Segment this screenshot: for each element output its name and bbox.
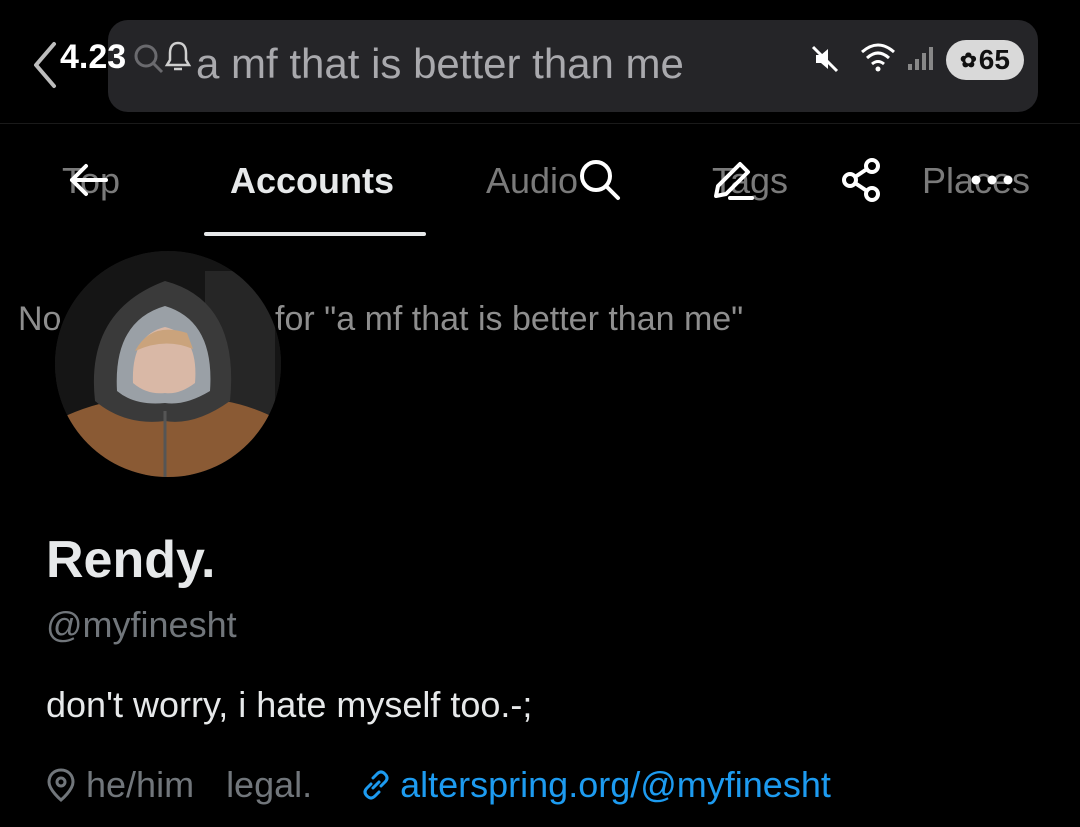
tab-audio[interactable]: Audio [486, 160, 578, 202]
cellular-signal-icon [908, 47, 933, 70]
search-icon[interactable] [576, 156, 624, 204]
avatar-photo [55, 251, 281, 477]
profile-link-text[interactable]: alterspring.org/@myfinesht [400, 764, 831, 806]
header-divider [0, 123, 1080, 124]
avatar[interactable] [52, 248, 284, 480]
battery-level: 65 [978, 44, 1010, 75]
mute-icon [811, 45, 839, 73]
search-query[interactable]: a mf that is better than me [196, 40, 684, 88]
back-arrow-icon[interactable] [66, 160, 110, 200]
battery-indicator: ✿ 65 [946, 40, 1024, 80]
tab-accounts[interactable]: Accounts [230, 160, 394, 202]
leaf-icon: ✿ [960, 49, 977, 72]
search-icon [134, 44, 164, 74]
profile-handle: @myfinesht [46, 604, 237, 645]
profile-meta: he/him legal. alterspring.org/@myfinesht [46, 764, 831, 806]
profile-role: legal. [226, 764, 313, 805]
link-icon [363, 770, 389, 800]
share-icon[interactable] [838, 156, 886, 204]
status-time: 4.23 [60, 38, 127, 76]
profile-name: Rendy. [46, 531, 216, 589]
profile-link[interactable]: alterspring.org/@myfinesht [360, 764, 831, 806]
profile-pronouns: he/him [86, 764, 195, 805]
bell-icon [164, 41, 192, 71]
wifi-icon [861, 43, 895, 72]
chevron-left-icon[interactable] [30, 40, 60, 90]
more-options-icon[interactable] [966, 164, 1018, 196]
profile-bio: don't worry, i hate myself too.-; [46, 684, 533, 725]
active-tab-indicator [204, 232, 426, 236]
edit-pencil-icon[interactable] [708, 156, 756, 204]
location-pin-icon [47, 768, 75, 802]
